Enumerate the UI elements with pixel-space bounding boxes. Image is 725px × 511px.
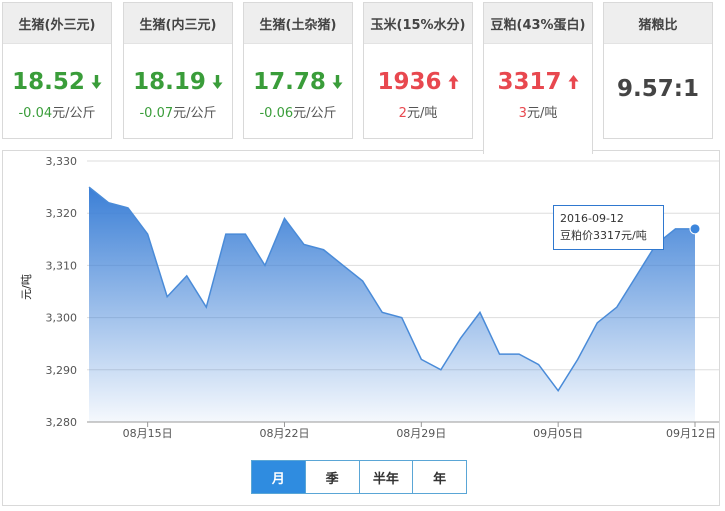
tab-year[interactable]: 年 <box>412 461 466 493</box>
card-pig-neisanyuan[interactable]: 生猪(内三元) 18.19 -0.07元/公斤 <box>123 2 233 139</box>
tooltip-value: 豆粕价3317元/吨 <box>560 229 647 242</box>
y-tick-label: 3,330 <box>46 155 78 168</box>
card-pig-waisanyuan[interactable]: 生猪(外三元) 18.52 -0.04元/公斤 <box>2 2 112 139</box>
card-price: 9.57:1 <box>617 76 699 102</box>
card-title: 生猪(内三元) <box>124 3 232 44</box>
card-change: -0.07元/公斤 <box>139 106 217 121</box>
card-title: 猪粮比 <box>604 3 712 44</box>
y-axis-label: 元/吨 <box>20 274 33 300</box>
arrow-up-icon <box>448 75 458 89</box>
x-tick-label: 08月22日 <box>259 427 309 440</box>
chart-tooltip: 2016-09-12 豆粕价3317元/吨 <box>553 205 664 250</box>
card-pig-tuzazhu[interactable]: 生猪(土杂猪) 17.78 -0.06元/公斤 <box>243 2 353 139</box>
card-price: 18.52 <box>3 69 111 95</box>
x-tick-label: 08月29日 <box>396 427 446 440</box>
x-tick-label: 08月15日 <box>123 427 173 440</box>
period-tabs: 月 季 半年 年 <box>251 460 467 494</box>
card-change: -0.04元/公斤 <box>18 106 96 121</box>
card-change: 3元/吨 <box>518 106 558 121</box>
price-cards: 生猪(外三元) 18.52 -0.04元/公斤 生猪(内三元) 18.19 -0… <box>0 0 725 154</box>
tab-half-year[interactable]: 半年 <box>358 461 413 493</box>
highlight-point[interactable] <box>689 223 701 235</box>
x-tick-label: 09月05日 <box>533 427 583 440</box>
tab-quarter[interactable]: 季 <box>304 461 359 493</box>
card-title: 玉米(15%水分) <box>364 3 472 44</box>
y-tick-label: 3,320 <box>46 207 78 220</box>
card-price: 3317 <box>484 69 592 95</box>
x-tick-label: 09月12日 <box>666 427 716 440</box>
card-corn[interactable]: 玉米(15%水分) 1936 2元/吨 <box>363 2 473 139</box>
card-price: 18.19 <box>124 69 232 95</box>
card-change: -0.06元/公斤 <box>259 106 337 121</box>
tab-month[interactable]: 月 <box>252 461 305 493</box>
card-title: 生猪(土杂猪) <box>244 3 352 44</box>
chart-panel: 3,280 3,290 3,300 3,310 3,320 3,330 08月15日 08月2… <box>2 150 720 506</box>
card-soybean-meal[interactable]: 豆粕(43%蛋白) 3317 3元/吨 <box>483 2 593 154</box>
tooltip-date: 2016-09-12 <box>560 212 624 225</box>
card-title: 豆粕(43%蛋白) <box>484 3 592 44</box>
card-change: 2元/吨 <box>398 106 438 121</box>
y-tick-label: 3,300 <box>46 312 78 325</box>
arrow-down-icon <box>212 75 223 89</box>
arrow-down-icon <box>332 75 343 89</box>
arrow-down-icon <box>91 75 102 89</box>
y-tick-label: 3,280 <box>46 416 78 429</box>
card-price: 1936 <box>364 69 472 95</box>
y-tick-label: 3,310 <box>46 259 78 272</box>
card-title: 生猪(外三元) <box>3 3 111 44</box>
arrow-up-icon <box>568 75 578 89</box>
y-tick-label: 3,290 <box>46 364 78 377</box>
card-pig-grain-ratio[interactable]: 猪粮比 9.57:1 <box>603 2 713 139</box>
card-price: 17.78 <box>244 69 352 95</box>
